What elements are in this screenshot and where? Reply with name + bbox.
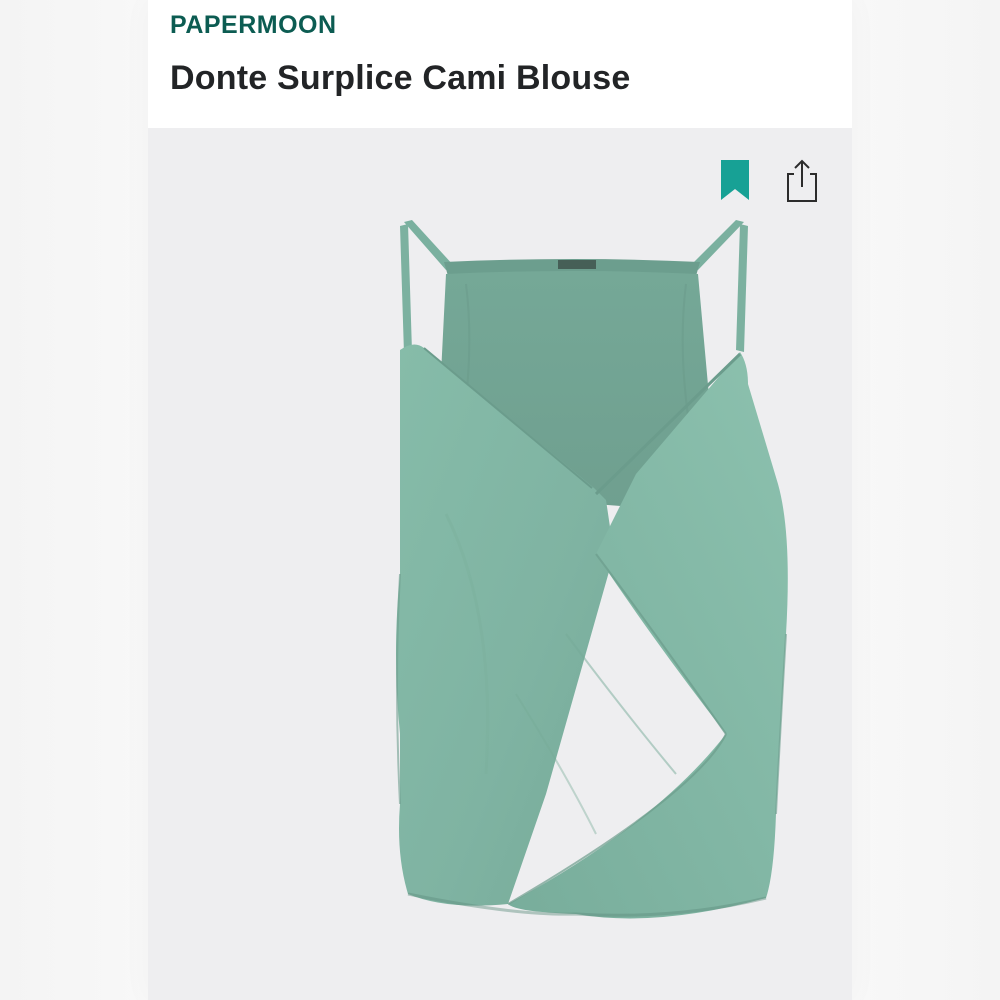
bookmark-button[interactable] <box>718 158 752 202</box>
brand-name[interactable]: PAPERMOON <box>170 9 337 41</box>
product-header: PAPERMOON Donte Surplice Cami Blouse <box>148 0 852 128</box>
product-title: Donte Surplice Cami Blouse <box>170 59 631 97</box>
bookmark-icon <box>721 160 749 200</box>
product-image[interactable] <box>296 214 856 934</box>
share-icon <box>787 159 817 202</box>
product-page: PAPERMOON Donte Surplice Cami Blouse <box>148 0 852 1000</box>
share-button[interactable] <box>782 157 822 203</box>
